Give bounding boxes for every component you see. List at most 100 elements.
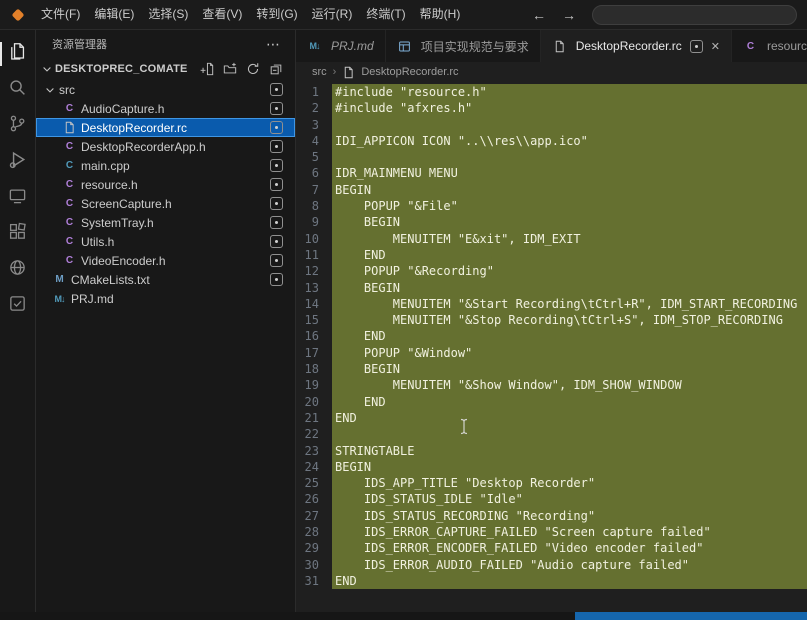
dot-square-badge[interactable] bbox=[270, 140, 283, 153]
tree-item-main.cpp[interactable]: Cmain.cpp bbox=[36, 156, 295, 175]
breadcrumb-folder[interactable]: src bbox=[312, 66, 327, 78]
line-number: 4 bbox=[311, 133, 319, 148]
code-line-25[interactable]: 25 IDS_APP_TITLE "Desktop Recorder" bbox=[296, 475, 807, 492]
file-label: VideoEncoder.h bbox=[81, 253, 166, 268]
line-text: IDR_MAINMENU MENU bbox=[332, 165, 807, 182]
code-line-24[interactable]: 24 BEGIN bbox=[296, 458, 807, 476]
tab-DesktopRecorder.rc[interactable]: DesktopRecorder.rc ✕ bbox=[540, 30, 732, 62]
menu-item-3[interactable]: 查看(V) bbox=[195, 0, 249, 29]
forward-icon[interactable]: → bbox=[562, 7, 576, 23]
line-text: STRINGTABLE bbox=[332, 442, 807, 459]
more-actions-icon[interactable]: ⋯ bbox=[266, 36, 281, 53]
code-line-4[interactable]: 4 IDI_APPICON ICON "..\\res\\app.ico" bbox=[296, 132, 807, 150]
dot-square-badge[interactable] bbox=[270, 197, 283, 210]
code-line-10[interactable]: 10 MENUITEM "E&xit", IDM_EXIT bbox=[296, 230, 807, 247]
menu-item-7[interactable]: 帮助(H) bbox=[413, 0, 468, 29]
refresh-icon[interactable] bbox=[246, 62, 260, 76]
code-line-18[interactable]: 18 BEGIN bbox=[296, 361, 807, 378]
dot-square-badge[interactable] bbox=[270, 216, 283, 229]
activity-run-debug[interactable] bbox=[0, 144, 36, 180]
tree-item-src[interactable]: src bbox=[36, 80, 295, 99]
code-line-28[interactable]: 28 IDS_ERROR_CAPTURE_FAILED "Screen capt… bbox=[296, 524, 807, 541]
dot-square-badge[interactable] bbox=[270, 273, 283, 286]
tree-item-CMakeLists.txt[interactable]: M CMakeLists.txt bbox=[36, 270, 295, 289]
dot-square-badge[interactable] bbox=[270, 235, 283, 248]
code-line-14[interactable]: 14 MENUITEM "&Start Recording\tCtrl+R", … bbox=[296, 295, 807, 313]
code-line-19[interactable]: 19 MENUITEM "&Show Window", IDM_SHOW_WIN… bbox=[296, 377, 807, 394]
code-line-26[interactable]: 26 IDS_STATUS_IDLE "Idle" bbox=[296, 491, 807, 508]
code-line-2[interactable]: 2 #include "afxres.h" bbox=[296, 100, 807, 117]
close-icon[interactable]: ✕ bbox=[711, 40, 720, 53]
file-label: CMakeLists.txt bbox=[71, 272, 150, 287]
tree-item-AudioCapture.h[interactable]: C AudioCapture.h bbox=[36, 99, 295, 118]
dot-square-badge[interactable] bbox=[270, 178, 283, 191]
status-bar-remote-indicator[interactable] bbox=[575, 612, 807, 620]
activity-extensions[interactable] bbox=[0, 216, 36, 252]
code-line-1[interactable]: 1 #include "resource.h" bbox=[296, 84, 807, 101]
tree-item-ScreenCapture.h[interactable]: C ScreenCapture.h bbox=[36, 194, 295, 213]
tree-item-SystemTray.h[interactable]: C SystemTray.h bbox=[36, 213, 295, 232]
code-line-7[interactable]: 7 BEGIN bbox=[296, 181, 807, 199]
menu-item-5[interactable]: 运行(R) bbox=[305, 0, 360, 29]
dot-square-badge[interactable] bbox=[270, 254, 283, 267]
tab-项目实现规范与要求[interactable]: 项目实现规范与要求 bbox=[386, 30, 541, 62]
activity-tasks[interactable] bbox=[0, 288, 36, 324]
line-number: 6 bbox=[311, 166, 319, 181]
code-line-27[interactable]: 27 IDS_STATUS_RECORDING "Recording" bbox=[296, 507, 807, 525]
collapse-all-icon[interactable] bbox=[269, 62, 283, 76]
code-line-16[interactable]: 16 END bbox=[296, 328, 807, 345]
dot-square-badge[interactable] bbox=[270, 102, 283, 115]
code-line-31[interactable]: 31 END bbox=[296, 572, 807, 590]
new-file-icon[interactable] bbox=[200, 62, 214, 76]
code-line-6[interactable]: 6 IDR_MAINMENU MENU bbox=[296, 165, 807, 182]
menu-item-4[interactable]: 转到(G) bbox=[249, 0, 304, 29]
code-line-8[interactable]: 8 POPUP "&File" bbox=[296, 198, 807, 215]
command-center-search[interactable] bbox=[592, 4, 797, 25]
activity-remote-explorer[interactable] bbox=[0, 180, 36, 216]
activity-search[interactable] bbox=[0, 72, 36, 108]
menu-item-0[interactable]: 文件(F) bbox=[34, 0, 87, 29]
line-text bbox=[332, 116, 807, 133]
line-number: 22 bbox=[304, 427, 319, 442]
code-line-11[interactable]: 11 END bbox=[296, 246, 807, 264]
code-line-30[interactable]: 30 IDS_ERROR_AUDIO_FAILED "Audio capture… bbox=[296, 556, 807, 573]
tree-item-PRJ.md[interactable]: M↓ PRJ.md bbox=[36, 289, 295, 308]
code-line-23[interactable]: 23 STRINGTABLE bbox=[296, 442, 807, 459]
tab-resource.h[interactable]: Cresource.h bbox=[732, 30, 807, 62]
code-line-29[interactable]: 29 IDS_ERROR_ENCODER_FAILED "Video encod… bbox=[296, 540, 807, 557]
dot-square-badge[interactable] bbox=[270, 83, 283, 96]
code-line-3[interactable]: 3 bbox=[296, 116, 807, 133]
menu-item-1[interactable]: 编辑(E) bbox=[87, 0, 141, 29]
activity-bar bbox=[0, 30, 36, 612]
mouse-cursor bbox=[459, 418, 469, 439]
c-header-file-icon: C bbox=[65, 179, 74, 190]
tree-item-resource.h[interactable]: Cresource.h bbox=[36, 175, 295, 194]
code-line-21[interactable]: 21 END bbox=[296, 409, 807, 427]
new-folder-icon[interactable] bbox=[223, 62, 237, 76]
activity-comate[interactable] bbox=[0, 252, 36, 288]
code-line-5[interactable]: 5 bbox=[296, 149, 807, 166]
back-icon[interactable]: ← bbox=[532, 7, 546, 23]
tree-item-Utils.h[interactable]: C Utils.h bbox=[36, 232, 295, 251]
code-line-9[interactable]: 9 BEGIN bbox=[296, 214, 807, 231]
breadcrumb-file[interactable]: DesktopRecorder.rc bbox=[361, 66, 458, 78]
activity-source-control[interactable] bbox=[0, 108, 36, 144]
tree-item-DesktopRecorderApp.h[interactable]: C DesktopRecorderApp.h bbox=[36, 137, 295, 156]
code-line-15[interactable]: 15 MENUITEM "&Stop Recording\tCtrl+S", I… bbox=[296, 312, 807, 329]
tree-item-DesktopRecorder.rc[interactable]: DesktopRecorder.rc bbox=[36, 118, 295, 137]
dot-square-badge[interactable] bbox=[270, 121, 283, 134]
tab-label: PRJ.md bbox=[331, 39, 374, 53]
tree-item-VideoEncoder.h[interactable]: C VideoEncoder.h bbox=[36, 251, 295, 270]
code-line-22[interactable]: 22 bbox=[296, 426, 807, 443]
code-line-12[interactable]: 12 POPUP "&Recording" bbox=[296, 263, 807, 280]
menu-item-2[interactable]: 选择(S) bbox=[141, 0, 195, 29]
dot-square-badge[interactable] bbox=[270, 159, 283, 172]
code-line-20[interactable]: 20 END bbox=[296, 393, 807, 410]
workspace-section-header[interactable]: DESKTOPREC_COMATE bbox=[36, 58, 295, 80]
code-line-17[interactable]: 17 POPUP "&Window" bbox=[296, 344, 807, 362]
code-line-13[interactable]: 13 BEGIN bbox=[296, 279, 807, 296]
activity-explorer[interactable] bbox=[0, 36, 36, 72]
menu-item-6[interactable]: 终端(T) bbox=[359, 0, 412, 29]
tab-PRJ.md[interactable]: M↓ PRJ.md bbox=[296, 30, 386, 62]
code-editor[interactable]: 1 #include "resource.h" 2 #include "afxres.… bbox=[296, 82, 807, 612]
